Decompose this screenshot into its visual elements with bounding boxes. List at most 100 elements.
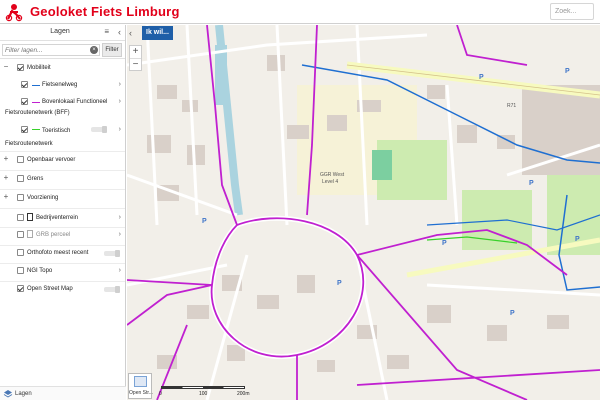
layer-item-ngi-topo[interactable]: NGI Topo ›	[0, 266, 125, 276]
chevron-right-icon[interactable]: ›	[119, 214, 121, 221]
divider	[0, 263, 125, 264]
legend-box-icon	[27, 213, 33, 221]
svg-text:P: P	[337, 280, 342, 287]
filter-row: × Filter	[0, 41, 125, 59]
background-switcher[interactable]: Open Str...	[128, 373, 153, 399]
layer-label: Orthofoto meest recent	[27, 250, 89, 256]
expand-icon[interactable]: +	[3, 193, 9, 201]
layer-label: Open Street Map	[27, 286, 73, 292]
map-thumbnail-icon	[134, 376, 147, 387]
layers-footer-label: Lagen	[15, 391, 32, 397]
map-base[interactable]: P P P P P P P P	[127, 25, 600, 400]
layer-group-mobiliteit[interactable]: − Mobiliteit	[0, 63, 125, 73]
divider	[0, 170, 125, 171]
expand-icon[interactable]: +	[3, 155, 9, 163]
opacity-slider[interactable]	[91, 126, 107, 133]
filter-button[interactable]: Filter	[102, 43, 122, 57]
opacity-slider[interactable]	[104, 286, 120, 293]
layer-item-toeristisch[interactable]: Toeristisch Fietsroutenetwerk ›	[0, 125, 125, 147]
divider	[0, 227, 125, 228]
divider	[0, 189, 125, 190]
layers-panel: Lagen ≡ ‹ × Filter − Mobiliteit Fietsene…	[0, 25, 126, 400]
svg-text:P: P	[510, 310, 515, 317]
app-title: Geoloket Fiets Limburg	[30, 4, 180, 19]
layer-label: Bovenlokaal Functioneel	[42, 99, 108, 105]
checkbox-mobiliteit[interactable]	[17, 64, 24, 71]
checkbox-bedrijventerrein[interactable]	[17, 214, 24, 221]
checkbox-grens[interactable]	[17, 175, 24, 182]
checkbox-openbaar-vervoer[interactable]	[17, 156, 24, 163]
divider	[0, 151, 125, 152]
collapse-panel-icon[interactable]: ‹	[118, 27, 121, 37]
chevron-right-icon[interactable]: ›	[119, 126, 121, 133]
legend-box-icon	[27, 230, 33, 238]
app: Geoloket Fiets Limburg Lagen ≡ ‹ × Filte…	[0, 0, 600, 400]
map-view[interactable]: P P P P P P P P GGR West Level 4 R71 ‹ Ik wil…	[127, 25, 600, 400]
layer-item-bovenlokaal[interactable]: Bovenlokaal Functioneel Fietsroutenetwer…	[0, 97, 125, 117]
header: Geoloket Fiets Limburg	[0, 0, 600, 24]
chevron-right-icon[interactable]: ›	[119, 267, 121, 274]
checkbox-voorziening[interactable]	[17, 194, 24, 201]
cyclist-logo-icon	[5, 4, 23, 22]
menu-icon[interactable]: ≡	[104, 28, 109, 36]
layer-group-openbaar-vervoer[interactable]: + Openbaar vervoer	[0, 155, 125, 165]
checkbox-osm[interactable]	[17, 285, 24, 292]
scale-bar: 0 100 200m	[159, 385, 250, 397]
layer-item-orthofoto[interactable]: Orthofoto meest recent	[0, 248, 125, 258]
layer-item-grb[interactable]: GRB perceel ›	[0, 230, 125, 240]
layer-item-fietsenelweg[interactable]: Fietsenelweg ›	[0, 80, 125, 90]
map-label-ggr-west: GGR West	[320, 172, 345, 178]
scale-label-200: 200m	[237, 391, 250, 397]
layer-label: Fietsenelweg	[42, 82, 78, 88]
layer-label: Toeristisch	[42, 128, 71, 134]
collapse-icon[interactable]: −	[3, 63, 9, 71]
zoom-out-button[interactable]: −	[130, 58, 141, 70]
svg-text:P: P	[529, 180, 534, 187]
ik-wil-button[interactable]: Ik wil...	[142, 26, 173, 40]
map-label-level: Level 4	[322, 179, 339, 185]
layer-group-grens[interactable]: + Grens	[0, 174, 125, 184]
layer-label: NGI Topo	[27, 268, 53, 274]
zoom-in-button[interactable]: +	[130, 46, 141, 58]
clear-filter-icon[interactable]: ×	[90, 46, 98, 54]
checkbox-toeristisch[interactable]	[21, 126, 28, 133]
legend-line-icon	[32, 102, 40, 103]
background-label: Open Str...	[129, 390, 153, 396]
divider	[0, 208, 125, 209]
expand-icon[interactable]: +	[3, 174, 9, 182]
svg-text:P: P	[575, 236, 580, 243]
filter-layers-input[interactable]	[2, 44, 100, 56]
scale-label-100: 100	[199, 391, 208, 397]
divider	[0, 245, 125, 246]
svg-text:P: P	[479, 74, 484, 81]
layer-sublabel: Fietsroutenetwerk (BFF)	[5, 110, 70, 116]
expand-panel-icon[interactable]: ‹	[129, 28, 139, 38]
legend-line-icon	[32, 129, 40, 130]
search-input[interactable]	[550, 3, 594, 20]
layers-icon	[3, 390, 13, 398]
opacity-slider[interactable]	[104, 250, 120, 257]
svg-text:P: P	[442, 240, 447, 247]
divider	[0, 281, 125, 282]
checkbox-fietsenelweg[interactable]	[21, 81, 28, 88]
layers-panel-header: Lagen ≡ ‹	[0, 25, 125, 41]
map-label-r71: R71	[507, 103, 517, 109]
chevron-right-icon[interactable]: ›	[119, 231, 121, 238]
svg-text:P: P	[202, 218, 207, 225]
chevron-right-icon[interactable]: ›	[119, 98, 121, 105]
layer-label: GRB perceel	[36, 232, 71, 238]
layer-item-osm[interactable]: Open Street Map	[0, 284, 125, 294]
layer-label: Bedrijventerrein	[36, 215, 79, 221]
checkbox-bovenlokaal[interactable]	[21, 98, 28, 105]
checkbox-orthofoto[interactable]	[17, 249, 24, 256]
legend-line-icon	[32, 85, 40, 86]
checkbox-grb[interactable]	[17, 231, 24, 238]
layer-item-bedrijventerrein[interactable]: Bedrijventerrein ›	[0, 212, 125, 224]
layer-sublabel: Fietsroutenetwerk	[5, 141, 53, 147]
layer-group-voorziening[interactable]: + Voorziening	[0, 193, 125, 203]
layer-label: Voorziening	[27, 195, 59, 201]
scale-bar-graphic	[161, 386, 245, 389]
chevron-right-icon[interactable]: ›	[119, 81, 121, 88]
layers-footer-tab[interactable]: Lagen	[0, 386, 126, 400]
checkbox-ngi-topo[interactable]	[17, 267, 24, 274]
